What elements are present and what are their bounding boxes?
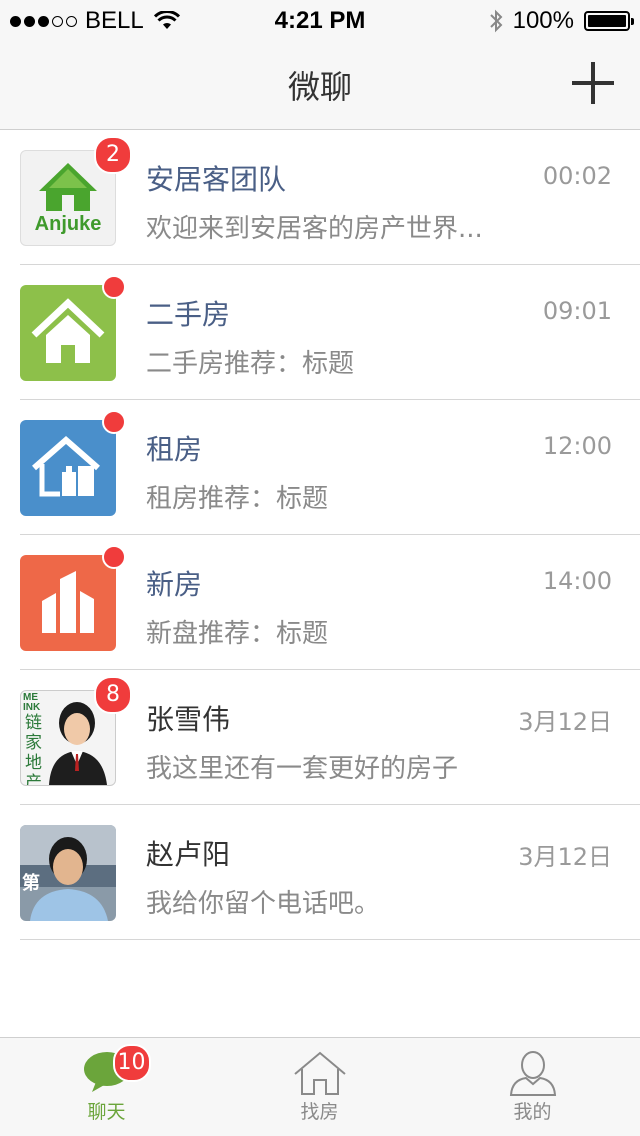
chat-item-zhao-luyang[interactable]: 第 赵卢阳 我给你留个电话吧。 3月12日	[0, 805, 640, 940]
tab-find-house[interactable]: 找房	[213, 1038, 426, 1136]
chat-time: 3月12日	[518, 708, 612, 736]
tab-bar: 10 聊天 找房 我的	[0, 1037, 640, 1136]
unread-dot	[102, 545, 126, 569]
user-outline-icon	[509, 1051, 556, 1096]
avatar	[20, 545, 126, 651]
avatar	[20, 410, 126, 516]
chat-name: 赵卢阳	[146, 838, 231, 871]
chat-name: 二手房	[146, 298, 231, 331]
chat-list: Anjuke 2 安居客团队 欢迎来到安居客的房产世界... 00:02 二手房…	[0, 130, 640, 940]
house-outline-icon	[293, 1051, 346, 1095]
chat-item-zhang-xuewei[interactable]: ME INK 链家地产 8 张雪伟 我这里还有一套更好的房子 3月12日	[0, 670, 640, 805]
chat-time: 12:00	[542, 432, 612, 460]
bluetooth-icon	[489, 9, 503, 33]
page-title: 微聊	[287, 68, 352, 106]
chat-name: 张雪伟	[146, 703, 231, 736]
house-icon	[31, 298, 105, 363]
chat-item-anjuke-team[interactable]: Anjuke 2 安居客团队 欢迎来到安居客的房产世界... 00:02	[0, 130, 640, 265]
battery-icon	[584, 11, 634, 31]
status-bar: BELL 4:21 PM 100%	[0, 0, 640, 40]
tab-label: 聊天	[87, 1101, 126, 1123]
chat-time: 00:02	[542, 162, 612, 190]
chat-last-message: 二手房推荐：标题	[146, 349, 355, 379]
tab-badge: 10	[112, 1044, 151, 1082]
unread-dot	[102, 410, 126, 434]
tab-label: 我的	[513, 1101, 552, 1123]
tab-chat[interactable]: 10 聊天	[0, 1038, 213, 1136]
chat-time: 09:01	[542, 297, 612, 325]
chat-last-message: 欢迎来到安居客的房产世界...	[146, 214, 483, 244]
unread-badge: 8	[94, 676, 132, 714]
avatar: Anjuke 2	[20, 136, 132, 246]
chat-item-second-hand[interactable]: 二手房 二手房推荐：标题 09:01	[0, 265, 640, 400]
chat-last-message: 我这里还有一套更好的房子	[146, 754, 459, 784]
building-icon	[42, 571, 94, 633]
nav-bar: 微聊	[0, 40, 640, 130]
anjuke-logo-text: Anjuke	[34, 213, 102, 235]
chat-name: 新房	[146, 568, 203, 601]
tab-me[interactable]: 我的	[426, 1038, 639, 1136]
chat-name: 租房	[146, 433, 203, 466]
chat-last-message: 租房推荐：标题	[146, 484, 329, 514]
avatar: ME INK 链家地产 8	[20, 676, 132, 786]
chat-last-message: 我给你留个电话吧。	[146, 889, 381, 919]
battery-percent: 100%	[512, 7, 574, 34]
unread-badge: 2	[94, 136, 132, 174]
divider	[20, 939, 640, 940]
chat-last-message: 新盘推荐：标题	[146, 619, 329, 649]
rent-house-icon	[32, 436, 100, 497]
chat-time: 14:00	[542, 567, 612, 595]
avatar: 第	[20, 825, 116, 921]
status-bar-right: 100%	[489, 7, 634, 35]
photo-sign-text: 第	[22, 873, 40, 894]
chat-item-rent[interactable]: 租房 租房推荐：标题 12:00	[0, 400, 640, 535]
chat-time: 3月12日	[518, 843, 612, 871]
add-icon[interactable]	[572, 62, 614, 104]
tab-label: 找房	[300, 1101, 339, 1123]
chat-item-new-house[interactable]: 新房 新盘推荐：标题 14:00	[0, 535, 640, 670]
chat-name: 安居客团队	[146, 163, 287, 196]
avatar	[20, 275, 126, 381]
unread-dot	[102, 275, 126, 299]
